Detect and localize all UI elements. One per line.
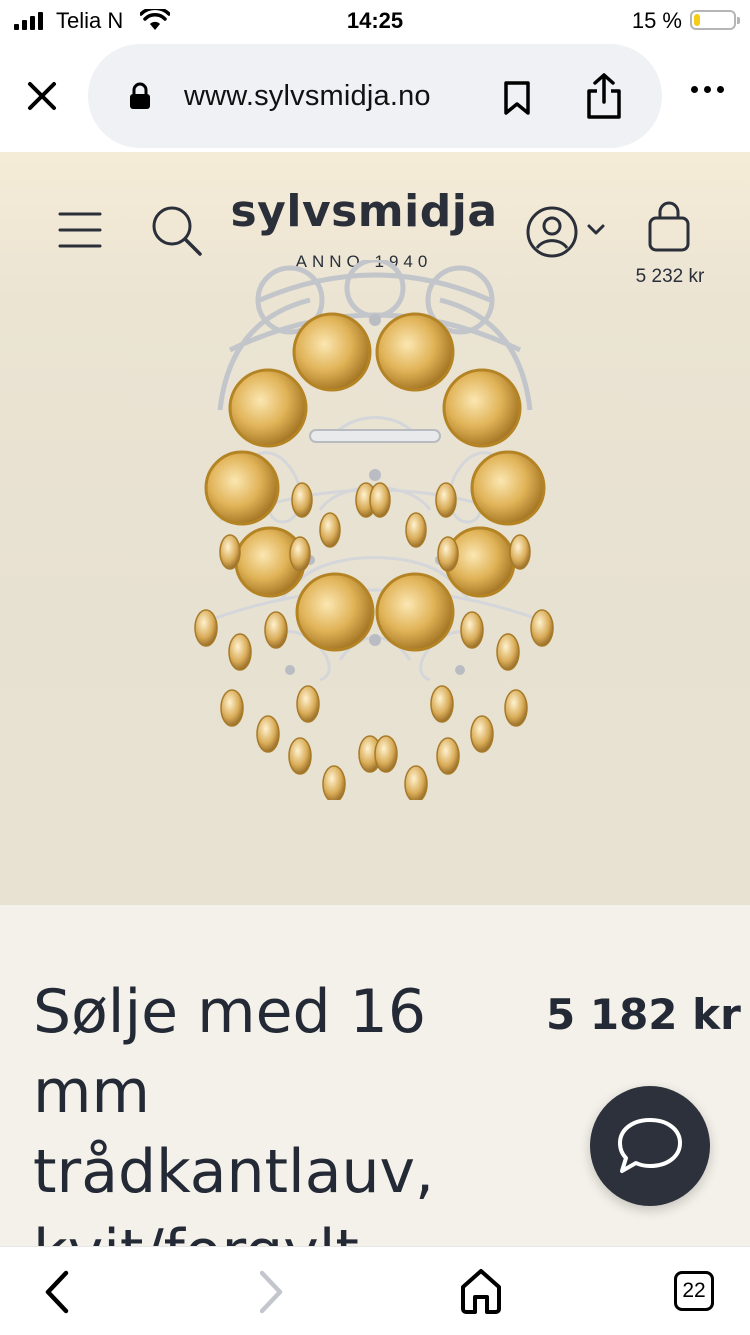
cart-total: 5 232 kr (635, 266, 705, 287)
address-field[interactable]: www.sylvsmidja.no (88, 44, 662, 148)
menu-icon[interactable] (58, 210, 102, 250)
tabs-icon[interactable]: 22 (674, 1271, 714, 1311)
home-icon[interactable] (458, 1267, 504, 1315)
chat-button[interactable] (590, 1086, 710, 1206)
battery-percent: 15 % (631, 8, 682, 33)
browser-url-bar: www.sylvsmidja.no (0, 42, 750, 152)
status-bar: Telia N 14:25 15 % (0, 0, 750, 42)
chevron-down-icon[interactable] (586, 222, 606, 238)
lock-icon (130, 82, 150, 109)
product-title: Sølje med 16 mm trådkantlauv, kvit/forgy… (33, 977, 435, 1287)
account-icon[interactable] (524, 204, 580, 260)
logo-wordmark: sylvsmidja (230, 186, 498, 237)
bookmark-icon[interactable] (502, 80, 532, 116)
battery-icon (690, 10, 740, 30)
browser-toolbar: 22 (0, 1246, 750, 1335)
chat-bubble-icon (618, 1118, 682, 1173)
product-hero: sylvsmidja ANNO 1940 5 232 kr (0, 152, 750, 905)
close-icon[interactable] (22, 76, 62, 116)
forward-icon[interactable] (254, 1269, 288, 1315)
cart-icon[interactable] (644, 200, 694, 254)
back-icon[interactable] (40, 1269, 74, 1315)
product-price: 5 182 kr (546, 990, 741, 1039)
search-icon[interactable] (150, 204, 204, 258)
brooch-image[interactable] (190, 260, 560, 800)
url-text[interactable]: www.sylvsmidja.no (184, 80, 431, 113)
battery-fill (694, 14, 700, 26)
more-icon[interactable] (691, 86, 724, 93)
share-icon[interactable] (584, 72, 624, 120)
